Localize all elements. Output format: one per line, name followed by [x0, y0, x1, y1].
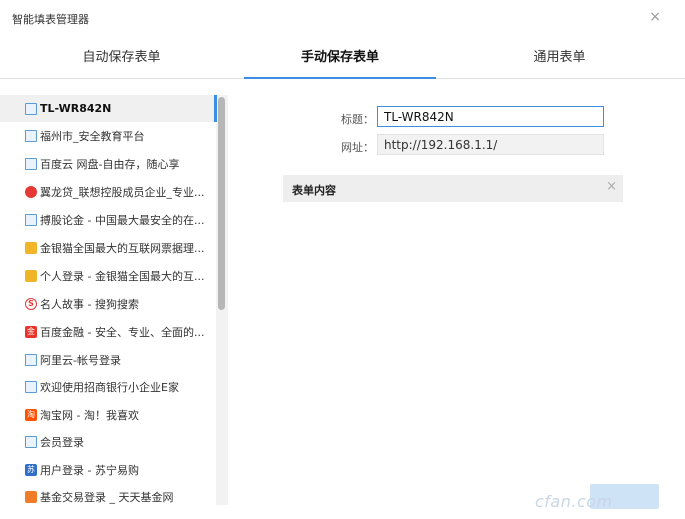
saved-forms-list: TL-WR842N 福州市_安全教育平台 百度云 网盘-自由存，随心享 翼龙贷_… [0, 91, 230, 506]
sogou-logo-icon: S [25, 297, 37, 310]
list-item-label: 用户登录 - 苏宁易购 [40, 463, 139, 477]
tab-common-forms[interactable]: 通用表单 [466, 38, 653, 78]
close-icon[interactable]: × [606, 179, 617, 194]
list-item-label: 百度金融 - 安全、专业、全面的... [40, 325, 205, 339]
list-item-label: 欢迎使用招商银行小企业E家 [40, 380, 179, 394]
page-icon [25, 213, 37, 226]
page-icon [25, 380, 37, 393]
list-item-label: 百度云 网盘-自由存，随心享 [40, 157, 180, 171]
list-item[interactable]: 基金交易登录 _ 天天基金网 [0, 483, 216, 506]
yilongdai-logo-icon [25, 185, 37, 198]
list-item-label: 名人故事 - 搜狗搜索 [40, 297, 139, 311]
title-field-label: 标题： [341, 113, 374, 126]
list-item[interactable]: 百度云 网盘-自由存，随心享 [0, 150, 216, 177]
list-item[interactable]: 搏股论金 - 中国最大最安全的在... [0, 206, 216, 233]
taobao-logo-icon: 淘 [25, 408, 37, 421]
page-icon [25, 102, 37, 115]
jinyinmao-logo-icon [25, 269, 37, 282]
list-item-label: 基金交易登录 _ 天天基金网 [40, 490, 174, 504]
section-title: 表单内容 [292, 184, 336, 197]
list-item[interactable]: 淘 淘宝网 - 淘！我喜欢 [0, 401, 216, 428]
list-item[interactable]: 金银猫全国最大的互联网票据理... [0, 234, 216, 261]
list-item-label: 金银猫全国最大的互联网票据理... [40, 241, 205, 255]
list-item[interactable]: 金 百度金融 - 安全、专业、全面的... [0, 318, 216, 345]
watermark: cfan.com [535, 492, 613, 511]
list-item-label: 淘宝网 - 淘！我喜欢 [40, 408, 139, 422]
tiantian-fund-logo-icon [25, 490, 37, 503]
page-icon [25, 353, 37, 366]
tab-bar: 自动保存表单 手动保存表单 通用表单 [0, 38, 685, 79]
list-item[interactable]: 个人登录 - 金银猫全国最大的互... [0, 262, 216, 289]
list-item-label: 个人登录 - 金银猫全国最大的互... [40, 269, 205, 283]
list-item[interactable]: 阿里云-帐号登录 [0, 346, 216, 373]
scrollbar-thumb[interactable] [218, 97, 225, 310]
list-item-label: 福州市_安全教育平台 [40, 129, 145, 143]
title-input[interactable] [377, 106, 604, 127]
page-icon [25, 129, 37, 142]
list-item-label: 翼龙贷_联想控股成员企业_专业... [40, 185, 205, 199]
list-item-label: 会员登录 [40, 435, 84, 449]
jinyinmao-logo-icon [25, 241, 37, 254]
list-item[interactable]: TL-WR842N [0, 95, 216, 122]
tab-manual-save[interactable]: 手动保存表单 [244, 38, 436, 79]
close-icon[interactable]: × [649, 9, 661, 25]
selection-indicator [214, 95, 217, 122]
list-item-label: TL-WR842N [40, 102, 112, 115]
baidu-finance-logo-icon: 金 [25, 325, 37, 338]
list-item[interactable]: 苏 用户登录 - 苏宁易购 [0, 456, 216, 483]
list-item[interactable]: 会员登录 [0, 428, 216, 455]
suning-logo-icon: 苏 [25, 463, 37, 476]
tab-auto-save[interactable]: 自动保存表单 [28, 38, 215, 78]
form-content-section: 表单内容 × [283, 175, 623, 202]
url-input[interactable] [377, 134, 604, 155]
page-icon [25, 435, 37, 448]
list-item[interactable]: 福州市_安全教育平台 [0, 122, 216, 149]
list-item-label: 阿里云-帐号登录 [40, 353, 121, 367]
url-field-label: 网址： [341, 141, 374, 154]
page-icon [25, 157, 37, 170]
list-item[interactable]: 翼龙贷_联想控股成员企业_专业... [0, 178, 216, 205]
title-bar: 智能填表管理器 × [0, 0, 685, 38]
list-item[interactable]: 欢迎使用招商银行小企业E家 [0, 373, 216, 400]
list-item[interactable]: S 名人故事 - 搜狗搜索 [0, 290, 216, 317]
list-item-label: 搏股论金 - 中国最大最安全的在... [40, 213, 205, 227]
window-title: 智能填表管理器 [12, 13, 89, 26]
